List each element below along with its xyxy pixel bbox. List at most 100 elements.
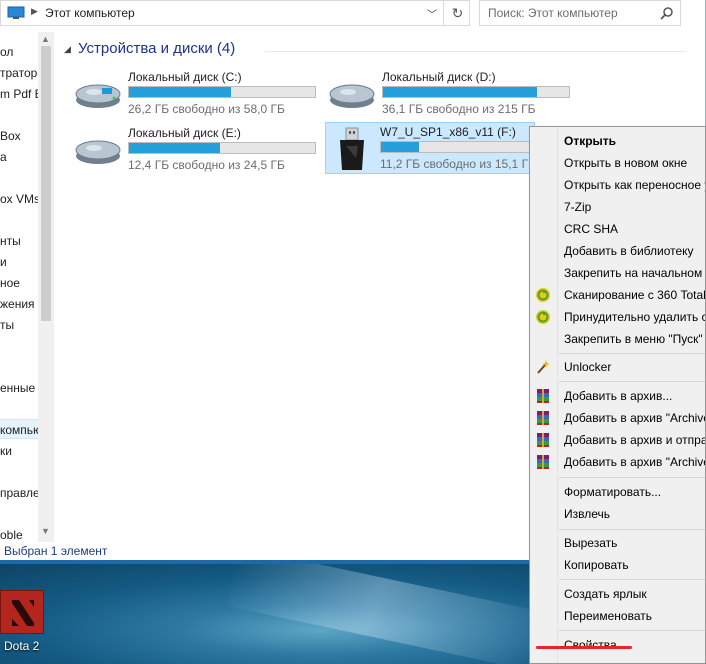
menu-item-add-archive[interactable]: Добавить в архив... — [530, 385, 705, 407]
drive-d[interactable]: Локальный диск (D:) 36,1 ГБ свободно из … — [328, 68, 580, 118]
menu-item-label: Сканирование с 360 Total — [564, 288, 706, 302]
360-total-security-icon — [536, 310, 550, 324]
menu-item-scan-360[interactable]: Сканирование с 360 Total — [530, 284, 706, 306]
360-total-security-icon — [536, 288, 550, 302]
nav-item[interactable]: жения — [0, 294, 38, 314]
menu-item-label: Вырезать — [564, 536, 618, 550]
nav-item[interactable] — [0, 105, 38, 125]
menu-item-label: Свойства — [564, 638, 617, 652]
drive-usage-bar — [380, 141, 530, 153]
menu-item-cut[interactable]: Вырезать — [530, 532, 705, 554]
breadcrumb-location[interactable]: Этот компьютер — [45, 6, 135, 20]
menu-item-copy[interactable]: Копировать — [530, 554, 705, 576]
drive-c[interactable]: Локальный диск (C:) 26,2 ГБ свободно из … — [74, 68, 326, 118]
menu-item-label: Unlocker — [564, 360, 612, 374]
collapse-chevron-icon[interactable]: ◢ — [64, 44, 71, 55]
nav-scrollbar[interactable]: ▲ ▼ — [38, 32, 54, 542]
chevron-down-icon[interactable]: ﹀ — [425, 6, 439, 21]
hard-drive-icon — [75, 140, 121, 164]
menu-item-add-library[interactable]: Добавить в библиотеку — [530, 240, 705, 262]
nav-item[interactable]: тратор — [0, 63, 38, 83]
nav-item[interactable]: ты — [0, 315, 38, 335]
hard-drive-icon — [75, 84, 121, 108]
menu-item-label: CRC SHA — [564, 222, 619, 236]
menu-item-add-archive-named-email[interactable]: Добавить в архив "Archive — [530, 451, 706, 473]
nav-item[interactable] — [0, 210, 38, 230]
drive-name: Локальный диск (E:) — [128, 126, 241, 140]
scroll-thumb[interactable] — [41, 46, 51, 321]
menu-item-eject[interactable]: Извлечь — [530, 503, 705, 525]
menu-item-label: Создать ярлык — [564, 587, 647, 601]
menu-item-label: Добавить в архив и отпра — [564, 433, 706, 447]
nav-item[interactable]: ox VMs — [0, 189, 38, 209]
menu-item-label: Добавить в архив "Archive — [564, 411, 706, 425]
menu-item-label: Закрепить на начальном э — [564, 266, 706, 280]
menu-item-rename[interactable]: Переименовать — [530, 605, 705, 627]
menu-item-force-delete[interactable]: Принудительно удалить с — [530, 306, 706, 328]
menu-item-7zip[interactable]: 7-Zip — [530, 196, 705, 218]
drive-usage-fill — [381, 142, 420, 152]
nav-item[interactable]: Box — [0, 126, 38, 146]
nav-item[interactable] — [0, 336, 38, 356]
dota2-icon[interactable] — [0, 590, 44, 634]
menu-item-label: Открыть в новом окне — [564, 156, 688, 170]
nav-item-this-pc[interactable]: компьютер — [0, 419, 38, 439]
menu-item-open[interactable]: Открыть — [530, 130, 705, 152]
drive-free-space: 12,4 ГБ свободно из 24,5 ГБ — [128, 158, 285, 172]
nav-item[interactable] — [0, 357, 38, 377]
menu-item-label: Копировать — [564, 558, 629, 572]
menu-item-label: Переименовать — [564, 609, 652, 623]
menu-item-format[interactable]: Форматировать... — [530, 481, 705, 503]
menu-item-label: 7-Zip — [564, 200, 592, 214]
nav-item[interactable] — [0, 168, 38, 188]
menu-item-open-new-window[interactable]: Открыть в новом окне — [530, 152, 705, 174]
menu-item-pin-start-menu[interactable]: Закрепить в меню "Пуск" — [530, 328, 705, 350]
menu-item-crc-sha[interactable]: CRC SHA — [530, 218, 705, 240]
search-input[interactable]: Поиск: Этот компьютер — [479, 0, 681, 26]
address-bar[interactable]: ▶ Этот компьютер ﹀ ↻ — [0, 0, 470, 26]
nav-item[interactable]: ол — [0, 42, 38, 62]
nav-item[interactable] — [0, 399, 38, 419]
menu-item-pin-start-screen[interactable]: Закрепить на начальном э — [530, 262, 706, 284]
nav-item[interactable]: oble — [0, 525, 38, 542]
usb-drive-icon — [340, 127, 364, 170]
nav-item[interactable]: и — [0, 252, 38, 272]
search-icon[interactable] — [660, 6, 674, 20]
computer-icon — [7, 6, 25, 19]
nav-item[interactable]: а — [0, 147, 38, 167]
menu-item-properties[interactable]: Свойства — [530, 634, 705, 656]
nav-item[interactable]: ное — [0, 273, 38, 293]
nav-item[interactable] — [0, 462, 38, 482]
menu-item-create-shortcut[interactable]: Создать ярлык — [530, 583, 705, 605]
scroll-up-icon[interactable]: ▲ — [41, 34, 50, 44]
menu-item-label: Принудительно удалить с — [564, 310, 706, 324]
menu-item-label: Добавить в архив... — [564, 389, 673, 403]
nav-item[interactable]: ки — [0, 441, 38, 461]
hard-drive-icon — [329, 84, 375, 108]
nav-item[interactable]: правле — [0, 483, 38, 503]
menu-item-add-archive-named[interactable]: Добавить в архив "Archive — [530, 407, 706, 429]
menu-item-label: Открыть — [564, 134, 617, 148]
menu-item-open-portable[interactable]: Открыть как переносное у — [530, 174, 705, 196]
winrar-icon — [537, 455, 549, 469]
menu-item-unlocker[interactable]: Unlocker — [530, 356, 705, 378]
drive-free-space: 26,2 ГБ свободно из 58,0 ГБ — [128, 102, 285, 116]
scroll-down-icon[interactable]: ▼ — [41, 526, 50, 536]
nav-item[interactable]: нты — [0, 231, 38, 251]
nav-item[interactable]: енные — [0, 378, 38, 398]
menu-item-add-archive-email[interactable]: Добавить в архив и отпра — [530, 429, 706, 451]
refresh-icon[interactable]: ↻ — [443, 1, 471, 25]
drive-f-usb[interactable]: W7_U_SP1_x86_v11 (F:) 11,2 ГБ свободно и… — [325, 122, 536, 174]
drive-usage-fill — [129, 87, 232, 97]
nav-item[interactable]: m Pdf E — [0, 84, 38, 104]
menu-separator — [559, 353, 705, 354]
drive-free-space: 11,2 ГБ свободно из 15,1 ГБ — [380, 157, 536, 171]
nav-item[interactable] — [0, 504, 38, 524]
group-divider — [265, 51, 685, 52]
menu-separator — [559, 477, 705, 478]
menu-separator — [559, 630, 705, 631]
drive-e[interactable]: Локальный диск (E:) 12,4 ГБ свободно из … — [74, 124, 326, 174]
breadcrumb-arrow-icon[interactable]: ▶ — [31, 6, 38, 17]
drive-free-space: 36,1 ГБ свободно из 215 ГБ — [382, 102, 536, 116]
menu-item-label: Добавить в архив "Archive — [564, 455, 706, 469]
